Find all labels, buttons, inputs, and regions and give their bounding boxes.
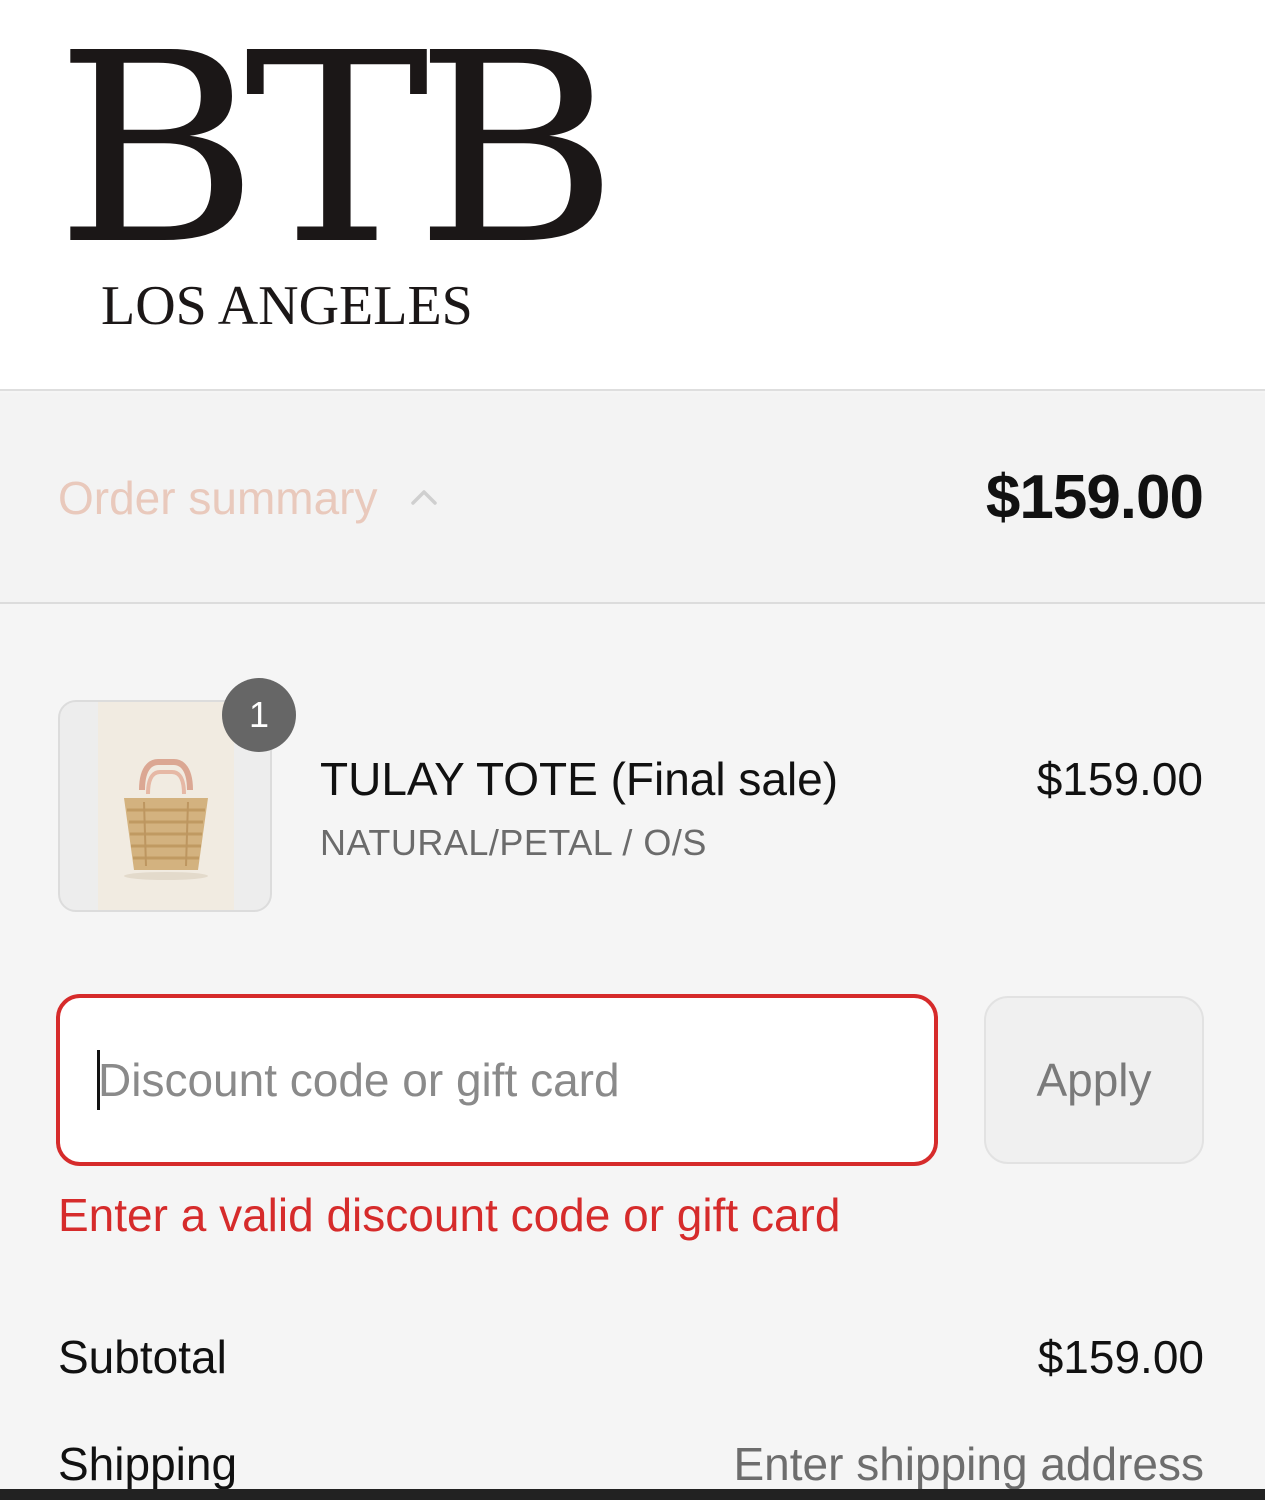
brand-logo-wordmark: BTB [55,0,619,302]
discount-code-input[interactable] [56,994,938,1166]
chevron-up-icon [411,489,438,505]
subtotal-value: $159.00 [1037,1331,1204,1383]
order-total: $159.00 [985,463,1204,532]
apply-discount-button[interactable]: Apply [984,996,1204,1164]
shipping-row: Shipping Enter shipping address [58,1437,1204,1491]
shipping-value: Enter shipping address [733,1438,1204,1490]
subtotal-row: Subtotal $159.00 [58,1330,1204,1384]
discount-error-message: Enter a valid discount code or gift card [58,1189,841,1241]
order-summary-toggle-group: Order summary [58,471,441,525]
site-header: BTB LOS ANGELES [0,0,1265,391]
text-cursor [97,1050,100,1110]
order-summary-label: Order summary [58,471,378,524]
brand-logo[interactable]: BTB LOS ANGELES [55,19,619,340]
product-variant: NATURAL/PETAL / O/S [320,822,707,863]
line-item: 1 TULAY TOTE (Final sale) NATURAL/PETAL … [58,678,1203,914]
brand-logo-location: LOS ANGELES [101,275,473,337]
subtotal-label: Subtotal [58,1331,227,1383]
product-photo [98,702,234,910]
screen-bottom-edge [0,1489,1265,1500]
shipping-label: Shipping [58,1438,238,1490]
product-name: TULAY TOTE (Final sale) [320,753,839,805]
order-summary-toggle[interactable]: Order summary $159.00 [0,393,1265,604]
product-price: $159.00 [1036,753,1203,805]
checkout-page: BTB LOS ANGELES Order summary $159.00 1 … [0,0,1265,1500]
tote-bag-icon [124,759,208,880]
quantity-badge: 1 [222,678,296,752]
